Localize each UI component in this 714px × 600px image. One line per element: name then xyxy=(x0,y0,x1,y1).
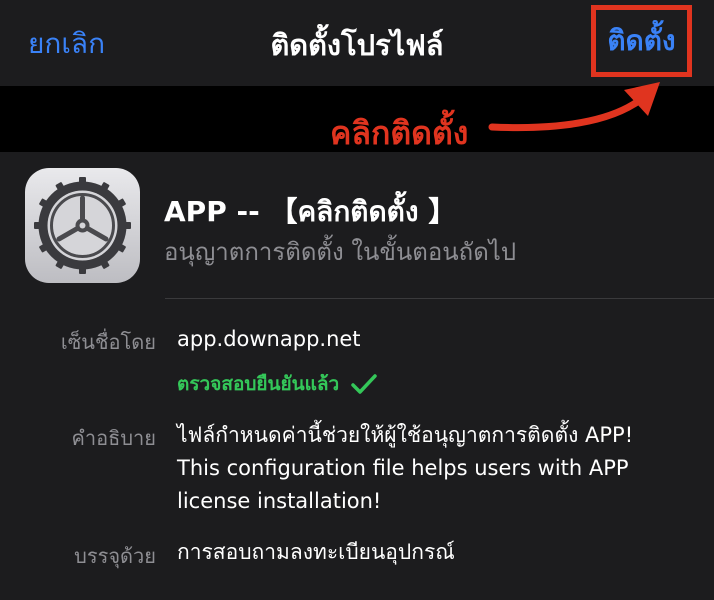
verified-status: ตรวจสอบยืนยันแล้ว xyxy=(177,369,377,399)
contains-label: บรรจุด้วย xyxy=(74,544,156,568)
profile-subtitle: อนุญาตการติดตั้ง ในขั้นตอนถัดไป xyxy=(164,238,517,266)
description-label: คำอธิบาย xyxy=(71,426,156,450)
divider xyxy=(165,298,714,299)
settings-gear-icon xyxy=(25,168,140,283)
description-line-3: license installation! xyxy=(177,489,382,513)
signed-by-value: app.downapp.net xyxy=(177,327,361,351)
profile-name: APP -- 【คลิกติดตั้ง 】 xyxy=(164,195,457,228)
description-line-1: ไฟล์กำหนดค่านี้ช่วยให้ผู้ใช้อนุญาตการติด… xyxy=(177,423,634,447)
signed-by-label: เซ็นชื่อโดย xyxy=(60,330,156,354)
description-line-2: This configuration file helps users with… xyxy=(177,456,629,480)
verified-text: ตรวจสอบยืนยันแล้ว xyxy=(177,373,340,395)
contains-value: การสอบถามลงทะเบียนอุปกรณ์ xyxy=(177,540,455,564)
curved-arrow-icon xyxy=(488,82,660,132)
checkmark-icon xyxy=(351,374,377,394)
